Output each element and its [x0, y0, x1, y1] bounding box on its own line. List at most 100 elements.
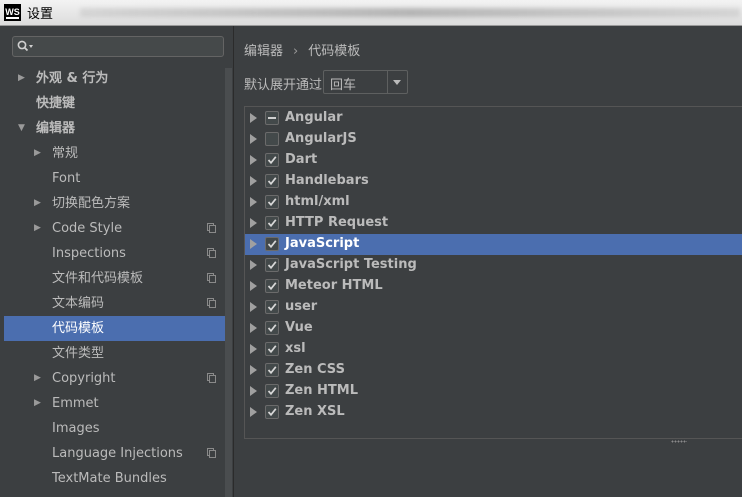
collapsed-arrow-icon[interactable] — [250, 302, 257, 312]
template-group-row[interactable]: Zen CSS — [245, 360, 742, 381]
collapsed-arrow-icon[interactable] — [250, 197, 257, 207]
template-group-checkbox[interactable] — [265, 300, 279, 314]
template-group-checkbox[interactable] — [265, 321, 279, 335]
sidebar-item[interactable]: 代码模板 — [4, 316, 232, 341]
template-group-checkbox[interactable] — [265, 384, 279, 398]
expanded-arrow-icon[interactable]: ▼ — [18, 116, 28, 141]
expand-with-value: 回车 — [330, 78, 357, 93]
collapsed-arrow-icon[interactable] — [250, 176, 257, 186]
template-group-checkbox[interactable] — [265, 342, 279, 356]
sidebar-item[interactable]: Images — [4, 416, 232, 441]
sidebar-item[interactable]: 文本编码 — [4, 291, 232, 316]
template-group-checkbox[interactable] — [265, 258, 279, 272]
collapsed-arrow-icon[interactable] — [250, 218, 257, 228]
template-group-row[interactable]: Zen XSL — [245, 402, 742, 423]
collapsed-arrow-icon[interactable]: ▶ — [34, 141, 44, 166]
collapsed-arrow-icon[interactable] — [250, 344, 257, 354]
template-group-name: Angular — [285, 110, 343, 125]
template-group-checkbox[interactable] — [265, 405, 279, 419]
collapsed-arrow-icon[interactable]: ▶ — [34, 366, 44, 391]
sidebar-item[interactable]: ▶ Code Style — [4, 216, 232, 241]
checkmark-icon — [267, 324, 277, 333]
template-group-name: Dart — [285, 152, 318, 167]
template-group-row[interactable]: Handlebars — [245, 171, 742, 192]
sidebar-item[interactable]: Language Injections — [4, 441, 232, 466]
sidebar-item[interactable]: TextMate Bundles — [4, 466, 232, 491]
sidebar-item[interactable]: ▶ Emmet — [4, 391, 232, 416]
template-group-checkbox[interactable] — [265, 363, 279, 377]
collapsed-arrow-icon[interactable]: ▶ — [34, 216, 44, 241]
template-group-checkbox[interactable] — [265, 195, 279, 209]
template-group-row[interactable]: Zen HTML — [245, 381, 742, 402]
sidebar-item[interactable]: 文件和代码模板 — [4, 266, 232, 291]
template-group-checkbox[interactable] — [265, 153, 279, 167]
template-group-row[interactable]: html/xml — [245, 192, 742, 213]
project-scope-icon — [207, 373, 216, 383]
collapsed-arrow-icon[interactable] — [250, 134, 257, 144]
collapsed-arrow-icon[interactable] — [250, 113, 257, 123]
collapsed-arrow-icon[interactable] — [250, 407, 257, 417]
template-group-row[interactable]: HTTP Request — [245, 213, 742, 234]
template-group-checkbox[interactable] — [265, 132, 279, 146]
resize-grip-icon[interactable] — [671, 440, 687, 443]
sidebar-item[interactable]: ▶ 外观 & 行为 — [4, 66, 232, 91]
checkmark-icon — [267, 219, 277, 228]
sidebar-item[interactable]: ▶ 常规 — [4, 141, 232, 166]
settings-search-input[interactable] — [12, 36, 224, 57]
sidebar-item-label: 文件类型 — [52, 346, 105, 361]
collapsed-arrow-icon[interactable] — [250, 386, 257, 396]
sidebar-item-label: 外观 & 行为 — [36, 71, 109, 86]
live-template-list: Angular AngularJS Dart Handlebars html/xml HT… — [244, 106, 742, 439]
template-group-row[interactable]: xsl — [245, 339, 742, 360]
template-group-row[interactable]: Meteor HTML — [245, 276, 742, 297]
sidebar-item-label: Language Injections — [52, 446, 183, 461]
sidebar-item-label: Emmet — [52, 396, 99, 411]
breadcrumb-parent[interactable]: 编辑器 — [244, 44, 283, 59]
template-group-name: Vue — [285, 320, 313, 335]
expand-with-label: 默认展开通过 — [244, 78, 323, 93]
template-group-row[interactable]: AngularJS — [245, 129, 742, 150]
template-group-row[interactable]: Dart — [245, 150, 742, 171]
title-bar: WS 设置 — [0, 0, 742, 26]
sidebar-item-label: 代码模板 — [52, 321, 105, 336]
sidebar-item[interactable]: ▶ 切换配色方案 — [4, 191, 232, 216]
template-group-row[interactable]: Angular — [245, 108, 742, 129]
template-group-row[interactable]: JavaScript — [245, 234, 742, 255]
template-group-name: AngularJS — [285, 131, 357, 146]
sidebar-scrollbar[interactable] — [225, 68, 232, 497]
collapsed-arrow-icon[interactable]: ▶ — [34, 191, 44, 216]
checkmark-icon — [267, 366, 277, 375]
sidebar-item[interactable]: ▶ Copyright — [4, 366, 232, 391]
template-group-checkbox[interactable] — [265, 216, 279, 230]
collapsed-arrow-icon[interactable] — [250, 239, 257, 249]
collapsed-arrow-icon[interactable] — [250, 260, 257, 270]
collapsed-arrow-icon[interactable] — [250, 281, 257, 291]
expand-with-select[interactable]: 回车 — [323, 70, 408, 94]
template-group-name: user — [285, 299, 318, 314]
template-group-row[interactable]: Vue — [245, 318, 742, 339]
chevron-down-icon[interactable] — [387, 71, 407, 93]
collapsed-arrow-icon[interactable]: ▶ — [34, 391, 44, 416]
collapsed-arrow-icon[interactable]: ▶ — [18, 66, 28, 91]
sidebar-item[interactable]: Font — [4, 166, 232, 191]
template-group-checkbox[interactable] — [265, 237, 279, 251]
sidebar-item[interactable]: ▼ 编辑器 — [4, 116, 232, 141]
template-group-name: JavaScript Testing — [285, 257, 417, 272]
template-group-checkbox[interactable] — [265, 111, 279, 125]
sidebar-item-label: 切换配色方案 — [52, 196, 131, 211]
sidebar-item[interactable]: Inspections — [4, 241, 232, 266]
template-group-checkbox[interactable] — [265, 279, 279, 293]
template-group-name: xsl — [285, 341, 306, 356]
template-group-checkbox[interactable] — [265, 174, 279, 188]
template-group-row[interactable]: JavaScript Testing — [245, 255, 742, 276]
collapsed-arrow-icon[interactable] — [250, 323, 257, 333]
blurred-title-area — [80, 8, 740, 17]
checkmark-icon — [267, 282, 277, 291]
sidebar-item[interactable]: 文件类型 — [4, 341, 232, 366]
collapsed-arrow-icon[interactable] — [250, 365, 257, 375]
collapsed-arrow-icon[interactable] — [250, 155, 257, 165]
sidebar-item[interactable]: 快捷键 — [4, 91, 232, 116]
breadcrumb: 编辑器 › 代码模板 — [244, 40, 360, 59]
template-group-row[interactable]: user — [245, 297, 742, 318]
project-scope-icon — [207, 273, 216, 283]
